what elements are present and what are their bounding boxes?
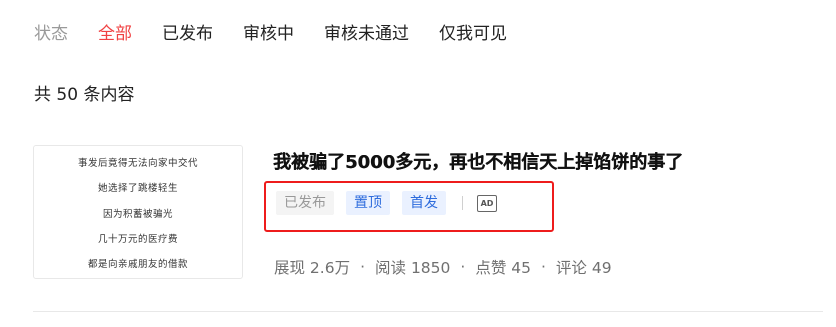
tab-only-me[interactable]: 仅我可见 [439, 19, 507, 44]
published-badge: 已发布 [276, 191, 334, 215]
article-item: 事发后竟得无法向家中交代 她选择了跳楼轻生 因为积蓄被骗光 几十万元的医疗费 都… [33, 145, 823, 281]
tab-all[interactable]: 全部 [98, 19, 132, 44]
thumbnail-text-line: 因为积蓄被骗光 [102, 208, 173, 220]
thumbnail-text-line: 都是向亲戚朋友的借款 [87, 259, 188, 270]
content-count: 共 50 条内容 [34, 85, 135, 105]
pin-tag[interactable]: 置顶 [346, 191, 390, 215]
thumbnail-text-line: 事发后竟得无法向家中交代 [77, 158, 198, 169]
article-title[interactable]: 我被骗了5000多元，再也不相信天上掉馅饼的事了 [273, 148, 683, 174]
tab-review-failed[interactable]: 审核未通过 [324, 19, 409, 44]
list-divider [33, 311, 823, 312]
comments-stat: 评论 49 [555, 259, 612, 277]
views-stat: 展现 2.6万 [274, 259, 351, 277]
tab-under-review[interactable]: 审核中 [243, 19, 294, 44]
stat-separator: · [540, 258, 546, 276]
ad-icon[interactable]: AD [477, 194, 497, 212]
stat-separator: · [360, 258, 366, 276]
first-publish-tag[interactable]: 首发 [402, 191, 446, 215]
reads-stat: 阅读 1850 [375, 259, 451, 277]
thumbnail-text-line: 几十万元的医疗费 [97, 233, 178, 245]
likes-stat: 点赞 45 [475, 259, 531, 277]
article-tags: 已发布 置顶 首发 AD [276, 191, 497, 215]
thumbnail-text-line: 她选择了跳楼轻生 [97, 183, 178, 195]
article-thumbnail[interactable]: 事发后竟得无法向家中交代 她选择了跳楼轻生 因为积蓄被骗光 几十万元的医疗费 都… [33, 145, 243, 279]
status-label: 状态 [34, 23, 68, 44]
status-tab-bar: 状态 全部 已发布 审核中 审核未通过 仅我可见 [34, 17, 537, 45]
tab-published[interactable]: 已发布 [162, 19, 213, 44]
article-stats: 展现 2.6万 · 阅读 1850 · 点赞 45 · 评论 49 [274, 256, 612, 278]
stat-separator: · [460, 258, 466, 276]
tag-divider [462, 196, 463, 210]
